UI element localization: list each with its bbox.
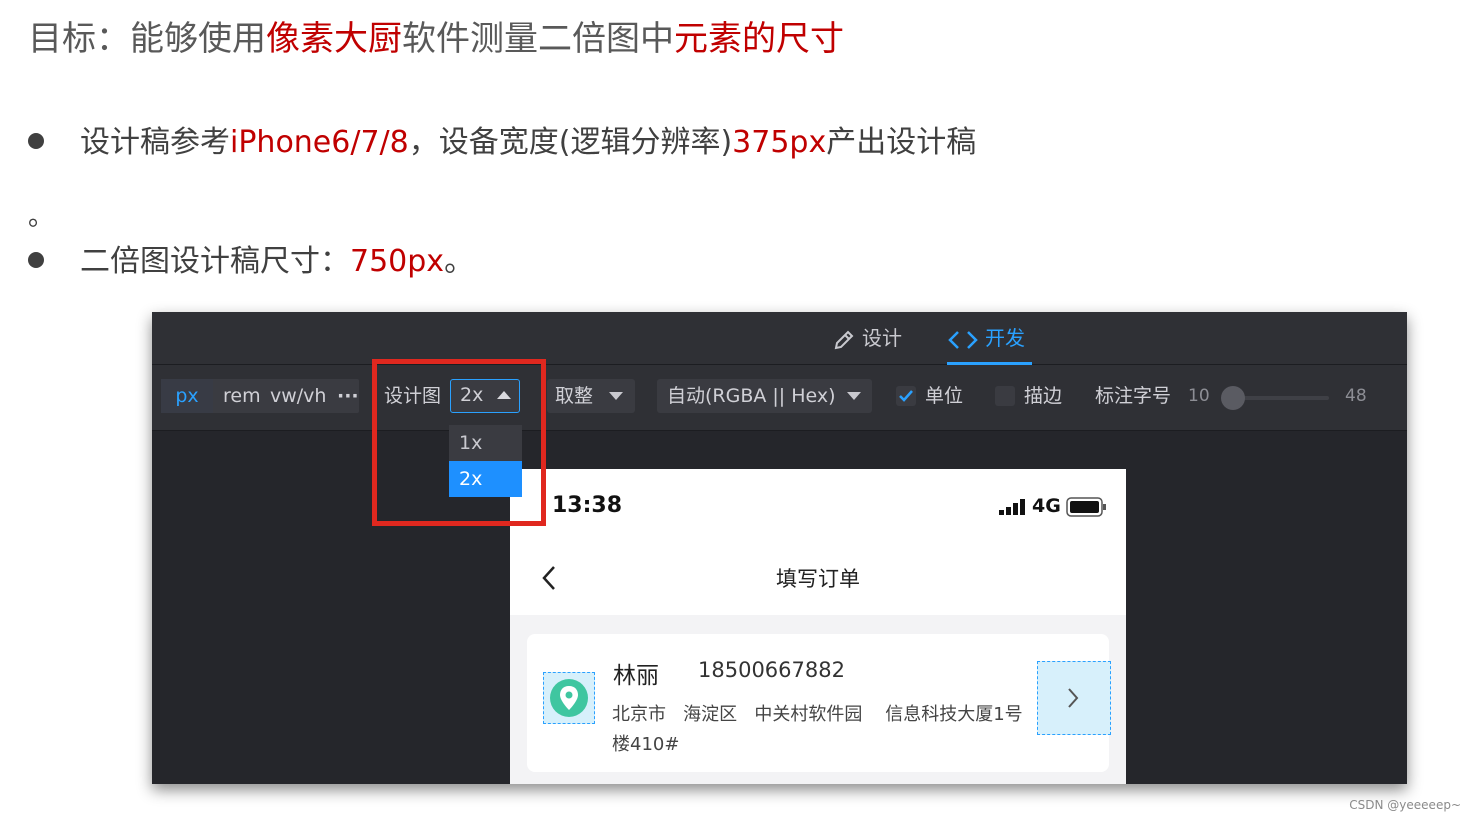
chevron-right-icon <box>1068 688 1079 708</box>
location-icon-box <box>543 672 595 724</box>
tab-develop[interactable]: 开发 <box>947 322 1025 354</box>
mode-tabs-bar: 设计 开发 <box>152 312 1407 365</box>
checkmark-icon <box>899 390 913 402</box>
rounding-select[interactable]: 取整 <box>547 379 635 413</box>
bullet-dot <box>28 251 44 268</box>
unit-rem-button[interactable]: rem <box>223 379 261 413</box>
page-title: 目标：能够使用像素大厨软件测量二倍图中元素的尺寸 <box>28 16 844 62</box>
bullet-1-text-d: 375px <box>732 125 827 160</box>
color-format-select[interactable]: 自动(RGBA || Hex) <box>657 379 872 413</box>
watermark: CSDN @yeeeeep~ <box>1349 798 1461 812</box>
nav-title: 填写订单 <box>776 567 860 591</box>
code-icon <box>948 330 978 349</box>
bullet-2: 二倍图设计稿尺寸：750px。 <box>28 242 474 282</box>
chevron-down-icon <box>847 392 861 400</box>
font-size-label: 标注字号 <box>1095 385 1172 407</box>
bullet-1-text-c: ，设备宽度(逻辑分辨率) <box>408 125 733 160</box>
pxcook-window: 设计 开发 px rem vw/vh ··· 设计图 2x 取整 自动(RGBA… <box>152 312 1407 784</box>
bullet-1: 设计稿参考iPhone6/7/8，设备宽度(逻辑分辨率)375px产出设计稿 <box>28 123 976 163</box>
unit-px-button[interactable]: px <box>161 379 213 413</box>
contact-name: 林丽 <box>613 663 659 689</box>
contact-phone: 18500667882 <box>698 658 845 682</box>
bullet-1-text-a: 设计稿参考 <box>80 125 230 160</box>
status-bar: 13:38 4G <box>510 469 1126 539</box>
nav-bar: 填写订单 <box>510 539 1126 615</box>
tab-design-label: 设计 <box>862 326 902 350</box>
address-line-1: 北京市 海淀区 中关村软件园 信息科技大厦1号 <box>612 704 1023 725</box>
bullet-2-text-c: 。 <box>444 244 475 279</box>
battery-icon <box>1066 497 1106 517</box>
chevron-down-icon <box>609 392 623 400</box>
unit-more-button[interactable]: ··· <box>337 379 359 413</box>
unit-vw-button[interactable]: vw/vh <box>270 379 326 413</box>
design-canvas-phone: 13:38 4G 填写订单 林丽 18500667882 北京市 海淀区 中关村… <box>510 469 1126 784</box>
bullet-2-text-a: 二倍图设计稿尺寸： <box>80 244 350 279</box>
highlight-box <box>372 359 546 526</box>
address-card[interactable]: 林丽 18500667882 北京市 海淀区 中关村软件园 信息科技大厦1号 楼… <box>527 634 1111 772</box>
network-label: 4G <box>1032 495 1061 517</box>
unit-checkbox-label: 单位 <box>925 385 964 407</box>
title-part-1: 目标：能够使用 <box>28 19 266 59</box>
address-line-2: 楼410# <box>612 734 680 755</box>
signal-icon <box>999 499 1025 515</box>
tab-design[interactable]: 设计 <box>832 322 902 354</box>
bullet-1-text-b: iPhone6/7/8 <box>230 125 409 160</box>
title-part-4: 元素的尺寸 <box>674 19 844 59</box>
pencil-icon <box>834 330 854 349</box>
bullet-dot <box>28 132 44 149</box>
chevron-box[interactable] <box>1037 661 1111 735</box>
border-checkbox-label: 描边 <box>1024 385 1063 407</box>
rounding-label: 取整 <box>555 385 594 407</box>
stray-period: 。 <box>28 202 55 232</box>
title-part-2: 像素大厨 <box>266 19 402 59</box>
status-time: 13:38 <box>552 493 623 518</box>
bullet-1-text-e: 产出设计稿 <box>826 125 977 160</box>
unit-checkbox[interactable] <box>896 386 916 406</box>
font-size-max: 48 <box>1345 386 1367 406</box>
location-pin-icon <box>550 679 588 717</box>
font-size-min: 10 <box>1188 386 1210 406</box>
tab-develop-label: 开发 <box>985 326 1025 350</box>
border-checkbox[interactable] <box>995 386 1015 406</box>
title-part-3: 软件测量二倍图中 <box>402 19 674 59</box>
font-size-slider-knob[interactable] <box>1221 386 1245 410</box>
dev-toolbar: px rem vw/vh ··· 设计图 2x 取整 自动(RGBA || He… <box>152 365 1407 431</box>
color-format-label: 自动(RGBA || Hex) <box>667 385 836 407</box>
bullet-2-text-b: 750px <box>350 244 445 279</box>
